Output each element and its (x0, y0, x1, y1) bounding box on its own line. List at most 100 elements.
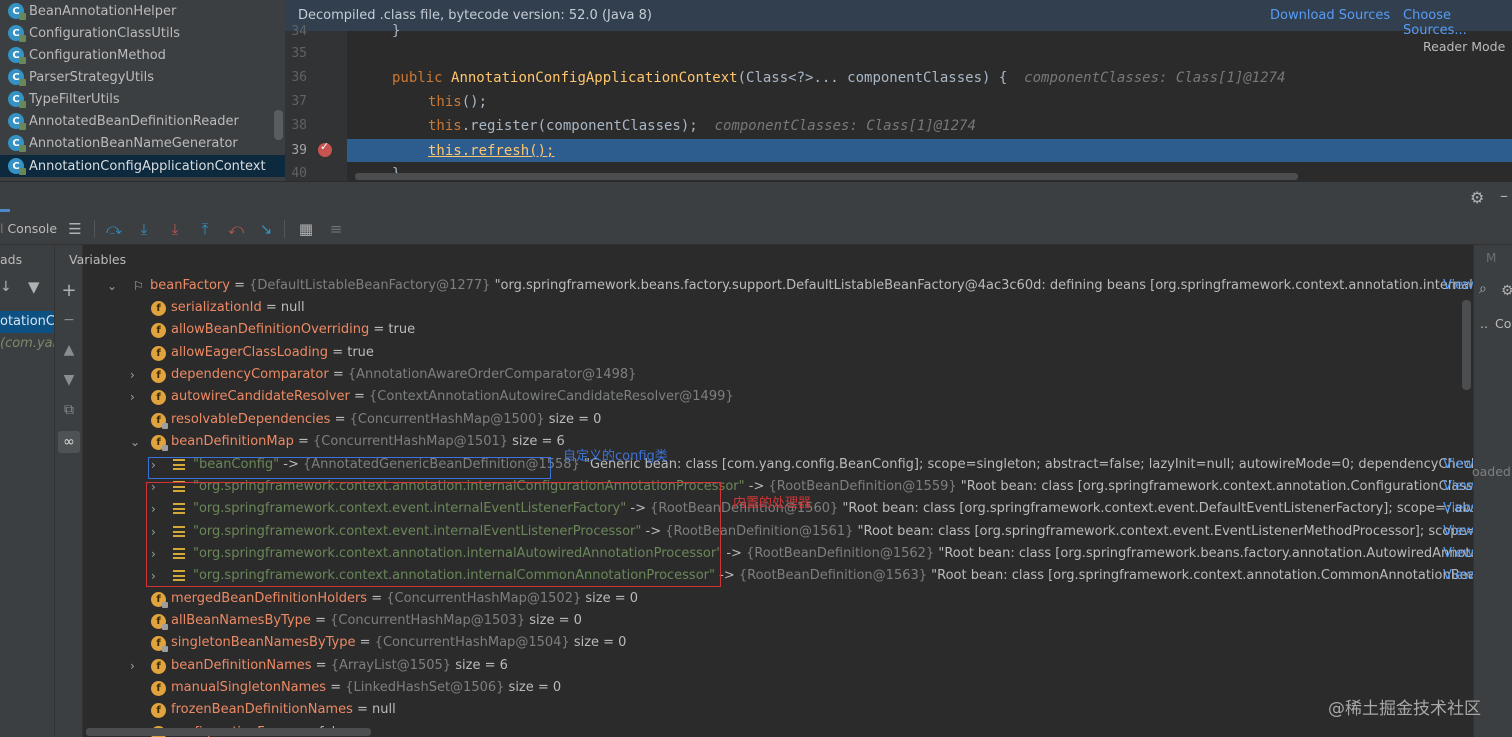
frame-item-selected[interactable]: otationCo (0, 311, 54, 333)
variable-row[interactable]: f serializationId = null (83, 297, 1473, 319)
variables-label: Variables (69, 252, 127, 267)
field-icon: f (151, 659, 166, 674)
final-field-icon: f (151, 435, 168, 451)
view-link[interactable]: View (1443, 275, 1473, 297)
code-line-37: this(); (428, 94, 488, 110)
watermark: @稀土掘金技术社区 (1328, 699, 1481, 719)
variable-row[interactable]: f allBeanNamesByType = {ConcurrentHashMa… (83, 610, 1473, 632)
filter-icon[interactable]: ▼ (28, 278, 40, 296)
final-field-icon: f (151, 614, 168, 630)
frames-label: ads (0, 252, 23, 267)
chevron-right-icon[interactable]: › (130, 386, 142, 408)
chevron-right-icon[interactable]: › (130, 655, 142, 677)
tree-item-annotated-bean-definition-reader[interactable]: C AnnotatedBeanDefinitionReader (0, 110, 285, 132)
tree-item-bean-annotation-helper[interactable]: C BeanAnnotationHelper (0, 0, 285, 22)
annotation-box-custom-config (148, 457, 551, 479)
duplicate-icon: ⧉ (64, 402, 74, 418)
inline-debug-hint: componentClasses: Class[1]@1274 (1024, 70, 1286, 86)
code-line-39: this.refresh(); (428, 143, 555, 159)
field-icon: f (151, 323, 166, 338)
variable-row[interactable]: f mergedBeanDefinitionHolders = {Concurr… (83, 588, 1473, 610)
download-sources-link[interactable]: Download Sources (1270, 8, 1390, 23)
code-line-38: this.register(componentClasses); compone… (428, 118, 976, 134)
line-number: 38 (291, 118, 307, 133)
move-up-icon: ▲ (63, 342, 75, 358)
arrow-down-icon[interactable]: ↓ (0, 279, 12, 295)
variable-row[interactable]: f manualSingletonNames = {LinkedHashSet@… (83, 677, 1473, 699)
variable-row[interactable]: f allowEagerClassLoading = true (83, 342, 1473, 364)
frames-toolbar: ↓ ▼ (0, 275, 54, 301)
menu-lines-icon[interactable]: ☰ (64, 218, 86, 240)
field-icon: f (151, 301, 166, 316)
view-link[interactable]: View (1443, 498, 1473, 520)
tree-item-parser-strategy-utils[interactable]: C ParserStrategyUtils (0, 66, 285, 88)
view-link[interactable]: View (1443, 565, 1473, 587)
frame-item-package[interactable]: (com.yan (0, 333, 54, 355)
variables-horizontal-scrollbar[interactable] (86, 728, 371, 736)
variables-vertical-scrollbar[interactable] (1462, 300, 1471, 390)
variables-toolbar: + − ▲ ▼ ⧉ ∞ (55, 245, 83, 737)
watches-item-label: Co (1495, 316, 1512, 331)
class-icon: C (8, 158, 26, 175)
chevron-down-icon[interactable]: ⌄ (130, 431, 142, 453)
line-number: 34 (291, 24, 307, 39)
view-link[interactable]: View (1443, 454, 1473, 476)
flag-icon: ⚐ (133, 279, 144, 293)
variable-row[interactable]: f singletonBeanNamesByType = {Concurrent… (83, 632, 1473, 654)
tree-scrollbar[interactable] (274, 110, 283, 140)
variable-row[interactable]: f allowBeanDefinitionOverriding = true (83, 319, 1473, 341)
reader-mode-button[interactable]: Reader Mode (1423, 39, 1505, 54)
debug-toolbar: l Console ☰ ⤼ ⤓ ⤓ ⤒ ⤺ ↘ ▦ ≡ (0, 213, 1512, 245)
variable-row[interactable]: f resolvableDependencies = {ConcurrentHa… (83, 409, 1473, 431)
tree-item-annotation-bean-name-generator[interactable]: C AnnotationBeanNameGenerator (0, 132, 285, 154)
breakpoint-icon[interactable] (318, 140, 332, 157)
watches-header: M (1486, 251, 1497, 265)
tree-item-annotation-config-application-context[interactable]: C AnnotationConfigApplicationContext (0, 155, 285, 177)
variable-row[interactable]: f frozenBeanDefinitionNames = null (83, 699, 1473, 721)
code-editor[interactable]: Decompiled .class file, bytecode version… (285, 0, 1512, 181)
gear-icon[interactable]: ⚙ (1470, 188, 1484, 207)
glasses-icon[interactable]: ∞ (58, 431, 80, 453)
trace-stream-icon: ≡ (329, 220, 343, 238)
variable-row-bean-definition-map[interactable]: ⌄ f beanDefinitionMap = {ConcurrentHashM… (83, 431, 1473, 453)
drop-frame-icon[interactable]: ⤺ (225, 218, 247, 240)
field-icon: f (151, 346, 166, 361)
view-link[interactable]: View (1443, 521, 1473, 543)
debug-tool-window-header (0, 181, 1512, 213)
line-number: 40 (291, 166, 307, 181)
force-step-into-icon[interactable]: ⤓ (164, 218, 186, 240)
variable-row[interactable]: › f autowireCandidateResolver = {Context… (83, 386, 1473, 408)
evaluate-expression-icon[interactable]: ▦ (295, 218, 317, 240)
field-icon: f (151, 368, 166, 383)
class-icon: C (8, 47, 26, 64)
tree-item-configuration-method[interactable]: C ConfigurationMethod (0, 44, 285, 66)
minimize-icon[interactable]: – (1500, 186, 1508, 205)
tree-item-configuration-class-utils[interactable]: C ConfigurationClassUtils (0, 22, 285, 44)
editor-horizontal-scrollbar[interactable] (355, 173, 1298, 180)
class-icon: C (8, 91, 26, 108)
field-icon: f (151, 703, 166, 718)
final-field-icon: f (151, 413, 168, 429)
add-watch-icon[interactable]: + (58, 279, 80, 301)
search-icon[interactable]: ⌕ (1479, 281, 1501, 303)
variable-row[interactable]: › f dependencyComparator = {AnnotationAw… (83, 364, 1473, 386)
tab-console[interactable]: l Console (0, 221, 57, 236)
step-over-icon[interactable]: ⤼ (103, 218, 125, 240)
tree-item-type-filter-utils[interactable]: C TypeFilterUtils (0, 88, 285, 110)
chevron-down-icon[interactable]: ⌄ (107, 275, 119, 297)
variable-row[interactable]: › f beanDefinitionNames = {ArrayList@150… (83, 655, 1473, 677)
view-link[interactable]: View (1443, 543, 1473, 565)
final-field-icon: f (151, 636, 168, 652)
run-to-cursor-icon[interactable]: ↘ (255, 218, 277, 240)
variable-row-bean-factory[interactable]: ⌄ ⚐ beanFactory = {DefaultListableBeanFa… (83, 275, 1473, 297)
step-into-icon[interactable]: ⤓ (133, 218, 155, 240)
toolbar-separator (94, 220, 95, 238)
final-field-icon: f (151, 592, 168, 608)
class-icon: C (8, 113, 26, 130)
project-tree: C BeanAnnotationHelper C ConfigurationClas… (0, 0, 285, 181)
step-out-icon[interactable]: ⤒ (194, 218, 216, 240)
gear-icon[interactable]: ⚙ (1501, 283, 1512, 299)
chevron-right-icon[interactable]: › (130, 364, 142, 386)
choose-sources-link[interactable]: Choose Sources... (1403, 8, 1512, 38)
view-link[interactable]: View (1443, 476, 1473, 498)
